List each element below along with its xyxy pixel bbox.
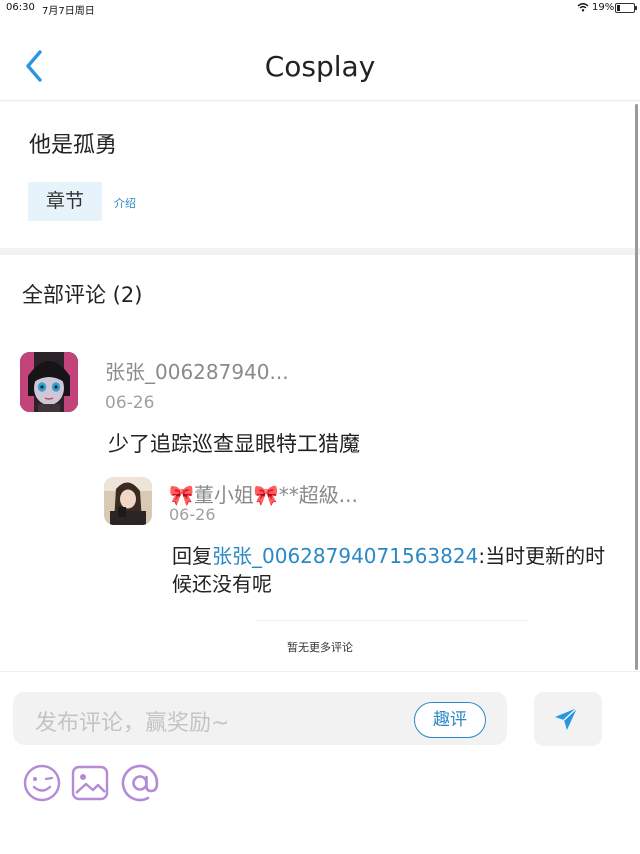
comment-date: 06-26 bbox=[105, 393, 155, 413]
book-title: 他是孤勇 bbox=[29, 133, 118, 158]
intro-link[interactable]: 介绍 bbox=[114, 195, 136, 211]
send-button[interactable] bbox=[534, 692, 602, 746]
at-icon[interactable] bbox=[120, 763, 160, 803]
scrollbar[interactable] bbox=[635, 104, 638, 670]
comments-heading: 全部评论 (2) bbox=[22, 283, 143, 307]
no-more-comments: 暂无更多评论 bbox=[287, 641, 353, 654]
reply-prefix: 回复 bbox=[172, 544, 212, 568]
reply-mention-link[interactable]: 张张_00628794071563824 bbox=[212, 544, 478, 568]
nav-bar: Cosplay bbox=[0, 16, 640, 101]
image-icon[interactable] bbox=[70, 763, 110, 803]
qp-button[interactable]: 趣评 bbox=[414, 702, 486, 738]
status-date: 7月7日周日 bbox=[42, 6, 95, 17]
reply-date: 06-26 bbox=[169, 505, 216, 524]
no-more-divider bbox=[256, 620, 528, 621]
avatar[interactable] bbox=[20, 352, 78, 412]
wifi-icon bbox=[577, 2, 589, 15]
status-time: 06:30 bbox=[6, 2, 35, 13]
battery-percent: 19% bbox=[592, 2, 615, 13]
reply-avatar[interactable] bbox=[104, 477, 152, 525]
reply-username[interactable]: 🎀董小姐🎀**超級... bbox=[169, 479, 358, 508]
chapter-tag[interactable]: 章节 bbox=[28, 182, 102, 221]
comment-text: 少了追踪巡查显眼特工猎魔 bbox=[108, 432, 360, 456]
status-bar: 06:30 7月7日周日 19% bbox=[0, 0, 640, 17]
comment-username[interactable]: 张张_006287940... bbox=[105, 356, 289, 385]
page-title: Cosplay bbox=[264, 50, 376, 83]
send-icon bbox=[555, 707, 578, 730]
battery-icon bbox=[615, 3, 637, 13]
comment-input-placeholder: 发布评论，赢奖励~ bbox=[35, 711, 230, 736]
reply-text: 回复张张_00628794071563824:当时更新的时候还没有呢 bbox=[172, 542, 622, 598]
emoji-icon[interactable] bbox=[22, 763, 62, 803]
section-divider bbox=[0, 248, 640, 255]
